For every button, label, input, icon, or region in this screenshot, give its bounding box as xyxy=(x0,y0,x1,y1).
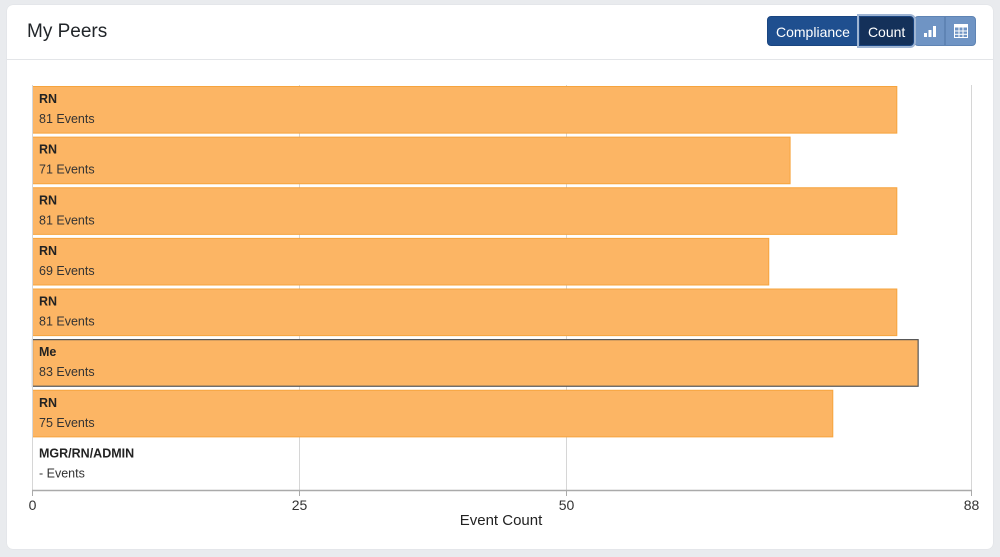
x-tick-label: 88 xyxy=(964,497,980,513)
x-axis-label: Event Count xyxy=(460,512,543,529)
bar[interactable] xyxy=(32,86,898,134)
bar-value-label: 81 Events xyxy=(39,315,95,329)
bar-category-label: RN xyxy=(39,92,57,106)
count-button[interactable]: Count xyxy=(858,16,915,46)
bar-value-label: 83 Events xyxy=(39,365,95,379)
bar-value-label: 81 Events xyxy=(39,213,95,227)
bar-category-label: RN xyxy=(39,396,57,410)
bar[interactable] xyxy=(32,136,791,185)
peers-bar-chart: RN 81 Events RN 71 Events RN 81 Events RN 69 Ev… xyxy=(29,85,980,529)
bar-me[interactable] xyxy=(31,339,919,387)
bar-category-label: RN xyxy=(39,193,57,207)
bar-category-label: Me xyxy=(39,345,56,359)
bar[interactable] xyxy=(32,187,898,235)
x-tick-label: 0 xyxy=(29,497,37,513)
bar-value-label: 75 Events xyxy=(39,416,95,430)
bar-value-label: 81 Events xyxy=(39,112,95,126)
bar-value-label: 71 Events xyxy=(39,163,95,177)
x-tick-label: 50 xyxy=(559,497,575,513)
bar-category-label: MGR/RN/ADMIN xyxy=(39,446,134,460)
bar-value-label: - Events xyxy=(39,466,85,480)
bar[interactable] xyxy=(32,237,770,286)
bar-value-label: 69 Events xyxy=(39,264,95,278)
bar-category-label: RN xyxy=(39,295,57,309)
bar[interactable] xyxy=(32,288,898,337)
bar-category-label: RN xyxy=(39,143,57,157)
bar[interactable] xyxy=(32,389,834,438)
x-tick-label: 25 xyxy=(292,497,308,513)
bar-category-label: RN xyxy=(39,244,57,258)
